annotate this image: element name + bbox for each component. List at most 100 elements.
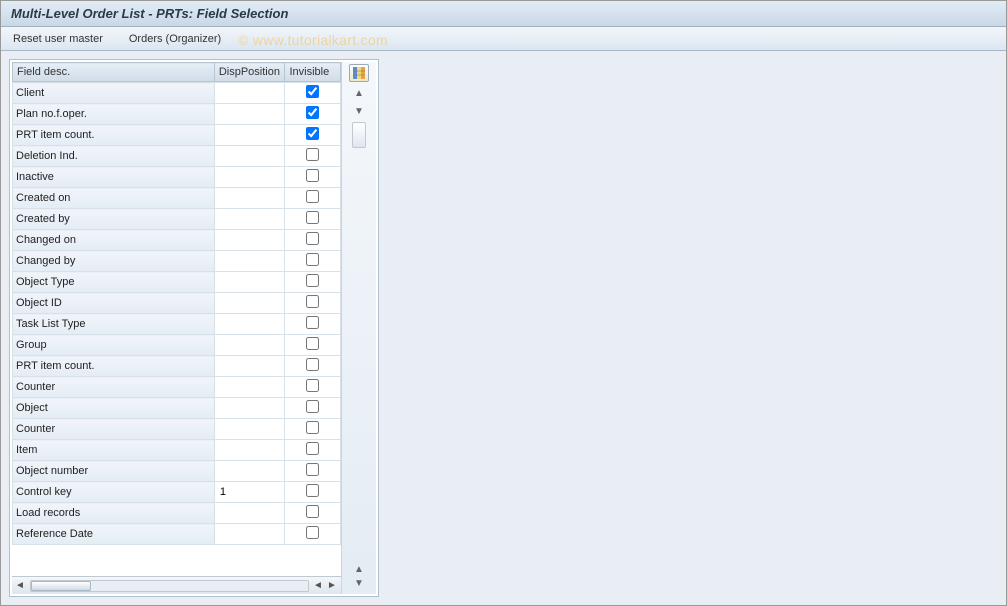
field-desc-cell[interactable]: Counter (13, 419, 215, 440)
disp-position-input[interactable] (218, 420, 282, 438)
field-desc-cell[interactable]: Task List Type (13, 314, 215, 335)
field-desc-cell[interactable]: Created by (13, 209, 215, 230)
col-header-pos[interactable]: DispPosition (214, 63, 285, 82)
hscroll-thumb[interactable] (31, 581, 91, 591)
disp-position-cell (214, 482, 285, 503)
invisible-checkbox[interactable] (306, 400, 319, 413)
field-desc-cell[interactable]: Object Type (13, 272, 215, 293)
invisible-cell (285, 503, 341, 524)
invisible-cell (285, 461, 341, 482)
invisible-checkbox[interactable] (306, 442, 319, 455)
invisible-checkbox[interactable] (306, 253, 319, 266)
disp-position-input[interactable] (218, 105, 282, 123)
disp-position-input[interactable] (218, 336, 282, 354)
menu-reset-user-master[interactable]: Reset user master (9, 31, 107, 46)
disp-position-input[interactable] (218, 294, 282, 312)
disp-position-input[interactable] (218, 168, 282, 186)
disp-position-input[interactable] (218, 126, 282, 144)
invisible-checkbox[interactable] (306, 85, 319, 98)
invisible-checkbox[interactable] (306, 127, 319, 140)
field-desc-cell[interactable]: Changed on (13, 230, 215, 251)
invisible-cell (285, 251, 341, 272)
field-desc-cell[interactable]: PRT item count. (13, 125, 215, 146)
invisible-checkbox[interactable] (306, 211, 319, 224)
field-desc-cell[interactable]: Plan no.f.oper. (13, 104, 215, 125)
hscroll-pager: ◄ ► (311, 580, 341, 591)
field-desc-cell[interactable]: Deletion Ind. (13, 146, 215, 167)
hscroll-page-right-icon[interactable]: ► (325, 580, 339, 591)
field-desc-cell[interactable]: Inactive (13, 167, 215, 188)
table-settings-button[interactable] (349, 64, 369, 82)
vscroll-down-icon[interactable]: ▼ (351, 104, 367, 118)
invisible-cell (285, 524, 341, 545)
invisible-cell (285, 104, 341, 125)
table-row: Object Type (13, 272, 341, 293)
horizontal-scrollbar[interactable]: ◄ ◄ ► (12, 576, 341, 594)
invisible-checkbox[interactable] (306, 484, 319, 497)
field-desc-cell[interactable]: Object (13, 398, 215, 419)
menu-orders-organizer[interactable]: Orders (Organizer) (125, 31, 225, 46)
vscroll-thumb[interactable] (352, 122, 366, 148)
disp-position-input[interactable] (218, 231, 282, 249)
disp-position-input[interactable] (218, 252, 282, 270)
disp-position-input[interactable] (218, 399, 282, 417)
disp-position-input[interactable] (218, 84, 282, 102)
disp-position-input[interactable] (218, 441, 282, 459)
invisible-checkbox[interactable] (306, 274, 319, 287)
invisible-checkbox[interactable] (306, 337, 319, 350)
invisible-checkbox[interactable] (306, 421, 319, 434)
col-header-desc[interactable]: Field desc. (13, 63, 215, 82)
table-header-row: Field desc. DispPosition Invisible (13, 63, 341, 82)
disp-position-input[interactable] (218, 210, 282, 228)
field-desc-cell[interactable]: Changed by (13, 251, 215, 272)
disp-position-input[interactable] (218, 315, 282, 333)
field-desc-cell[interactable]: Group (13, 335, 215, 356)
invisible-checkbox[interactable] (306, 526, 319, 539)
vscroll-down-bottom-icon[interactable]: ▼ (351, 576, 367, 590)
field-desc-cell[interactable]: Object ID (13, 293, 215, 314)
invisible-checkbox[interactable] (306, 232, 319, 245)
disp-position-input[interactable] (218, 483, 282, 501)
field-desc-cell[interactable]: Client (13, 83, 215, 104)
invisible-checkbox[interactable] (306, 148, 319, 161)
field-desc-cell[interactable]: Counter (13, 377, 215, 398)
disp-position-cell (214, 524, 285, 545)
hscroll-page-left-icon[interactable]: ◄ (311, 580, 325, 591)
invisible-checkbox[interactable] (306, 169, 319, 182)
invisible-checkbox[interactable] (306, 190, 319, 203)
invisible-checkbox[interactable] (306, 106, 319, 119)
hscroll-left-icon[interactable]: ◄ (12, 580, 28, 591)
field-desc-cell[interactable]: Reference Date (13, 524, 215, 545)
table-row: Changed on (13, 230, 341, 251)
disp-position-input[interactable] (218, 504, 282, 522)
hscroll-track[interactable] (30, 580, 309, 592)
disp-position-input[interactable] (218, 462, 282, 480)
invisible-checkbox[interactable] (306, 463, 319, 476)
disp-position-input[interactable] (218, 189, 282, 207)
invisible-cell (285, 272, 341, 293)
disp-position-input[interactable] (218, 147, 282, 165)
col-header-inv[interactable]: Invisible (285, 63, 341, 82)
disp-position-input[interactable] (218, 273, 282, 291)
invisible-cell (285, 482, 341, 503)
invisible-checkbox[interactable] (306, 316, 319, 329)
invisible-checkbox[interactable] (306, 358, 319, 371)
invisible-checkbox[interactable] (306, 379, 319, 392)
vscroll-up-icon[interactable]: ▲ (351, 86, 367, 100)
disp-position-cell (214, 314, 285, 335)
field-desc-cell[interactable]: Control key (13, 482, 215, 503)
disp-position-input[interactable] (218, 378, 282, 396)
field-desc-cell[interactable]: Created on (13, 188, 215, 209)
table-row: Counter (13, 377, 341, 398)
invisible-checkbox[interactable] (306, 505, 319, 518)
field-desc-cell[interactable]: Item (13, 440, 215, 461)
field-desc-cell[interactable]: Object number (13, 461, 215, 482)
disp-position-input[interactable] (218, 357, 282, 375)
field-desc-cell[interactable]: PRT item count. (13, 356, 215, 377)
vscroll-up-bottom-icon[interactable]: ▲ (351, 562, 367, 576)
disp-position-input[interactable] (218, 525, 282, 543)
side-column: ▲ ▼ ▲ ▼ (342, 62, 376, 594)
invisible-checkbox[interactable] (306, 295, 319, 308)
field-desc-cell[interactable]: Load records (13, 503, 215, 524)
table-row: Deletion Ind. (13, 146, 341, 167)
